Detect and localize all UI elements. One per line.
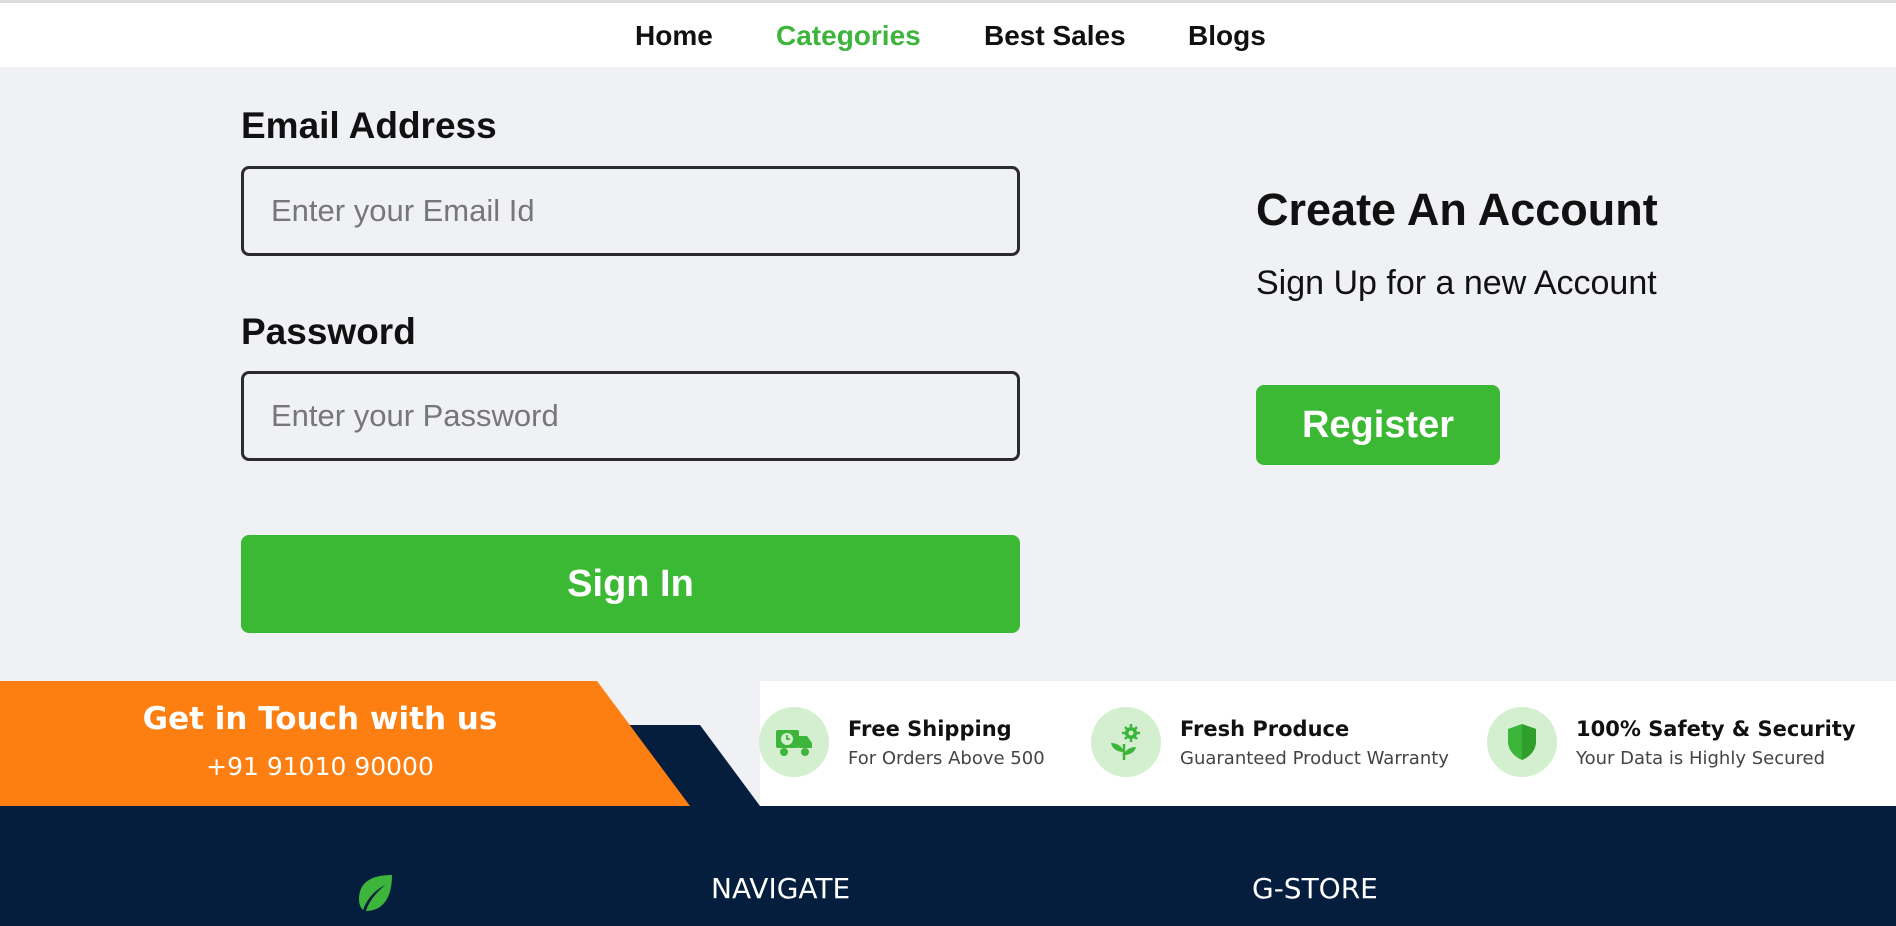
create-account-title: Create An Account: [1256, 184, 1658, 235]
contact-phone: +91 91010 90000: [206, 752, 434, 781]
register-button[interactable]: Register: [1256, 385, 1500, 465]
feature-subtitle: Your Data is Highly Secured: [1576, 748, 1826, 769]
password-input[interactable]: [241, 371, 1020, 461]
leaf-icon[interactable]: [355, 873, 395, 918]
footer-heading-navigate: NAVIGATE: [711, 872, 851, 905]
banner-orange-panel: [0, 681, 690, 806]
nav-link-categories[interactable]: Categories: [776, 20, 921, 52]
truck-icon: [759, 707, 829, 777]
contact-banner-shape: [0, 681, 760, 806]
nav-link-best-sales[interactable]: Best Sales: [984, 20, 1126, 52]
contact-title: Get in Touch with us: [142, 701, 498, 737]
email-input[interactable]: [241, 166, 1020, 256]
feature-subtitle: Guaranteed Product Warranty: [1180, 748, 1449, 769]
feature-title: Free Shipping: [848, 717, 1012, 741]
site-footer: NAVIGATE G-STORE: [0, 806, 1896, 926]
nav-link-blogs[interactable]: Blogs: [1188, 20, 1266, 52]
create-account-subtitle: Sign Up for a new Account: [1256, 264, 1657, 302]
password-label: Password: [241, 311, 416, 352]
shield-icon: [1487, 707, 1557, 777]
feature-title: Fresh Produce: [1180, 717, 1350, 741]
feature-subtitle: For Orders Above 500: [848, 748, 1045, 769]
email-label: Email Address: [241, 105, 497, 146]
footer-heading-g-store: G-STORE: [1252, 872, 1378, 905]
feature-title: 100% Safety & Security: [1576, 717, 1856, 741]
sign-in-button[interactable]: Sign In: [241, 535, 1020, 633]
nav-link-home[interactable]: Home: [635, 20, 713, 52]
top-navbar: Home Categories Best Sales Blogs: [0, 3, 1896, 67]
plant-gear-icon: [1091, 707, 1161, 777]
